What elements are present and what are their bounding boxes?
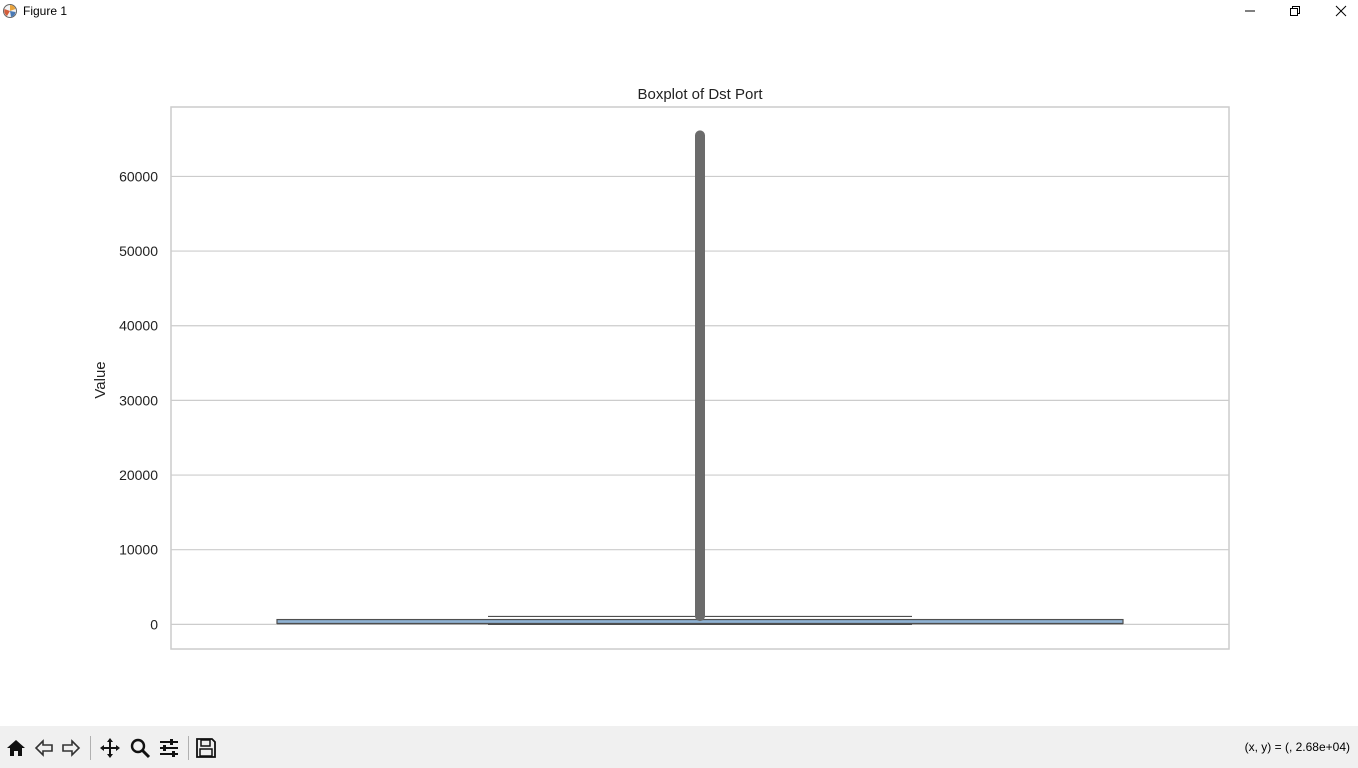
- save-icon: [196, 738, 216, 758]
- matplotlib-icon: [3, 4, 17, 18]
- y-tick-label: 50000: [119, 243, 158, 259]
- minimize-icon: [1245, 10, 1255, 12]
- pan-icon: [100, 738, 120, 758]
- configure-subplots-button[interactable]: [156, 735, 182, 761]
- forward-icon: [62, 739, 81, 757]
- home-icon: [7, 740, 25, 756]
- minimize-button[interactable]: [1227, 0, 1273, 22]
- title-bar: Figure 1: [0, 0, 1358, 24]
- boxplot-chart: 0 10000 20000 30000 40000 50000 60000 Boxplot …: [92, 86, 1230, 650]
- coordinate-readout: (x, y) = (, 2.68e+04): [1244, 740, 1350, 754]
- save-button[interactable]: [193, 735, 219, 761]
- close-icon: [1335, 5, 1347, 17]
- home-button[interactable]: [3, 735, 29, 761]
- window-title: Figure 1: [23, 4, 68, 18]
- forward-button[interactable]: [58, 735, 84, 761]
- pan-button[interactable]: [97, 735, 123, 761]
- toolbar-separator: [188, 736, 189, 760]
- configure-subplots-icon: [160, 739, 178, 757]
- back-button[interactable]: [31, 735, 57, 761]
- y-axis-label: Value: [92, 361, 109, 398]
- figure-canvas[interactable]: 0 10000 20000 30000 40000 50000 60000 Boxplot …: [0, 24, 1358, 726]
- y-tick-label: 40000: [119, 318, 158, 334]
- y-tick-label: 10000: [119, 542, 158, 558]
- restore-icon: [1290, 6, 1300, 16]
- navigation-toolbar: (x, y) = (, 2.68e+04): [0, 726, 1358, 768]
- y-tick-label: 60000: [119, 168, 158, 184]
- y-tick-label: 30000: [119, 392, 158, 408]
- y-tick-label: 0: [150, 616, 158, 632]
- chart-title: Boxplot of Dst Port: [637, 86, 763, 103]
- restore-button[interactable]: [1272, 0, 1318, 22]
- toolbar-separator: [90, 736, 91, 760]
- back-icon: [34, 739, 53, 757]
- zoom-button[interactable]: [127, 735, 153, 761]
- y-tick-label: 20000: [119, 467, 158, 483]
- zoom-icon: [130, 738, 151, 759]
- close-button[interactable]: [1318, 0, 1358, 22]
